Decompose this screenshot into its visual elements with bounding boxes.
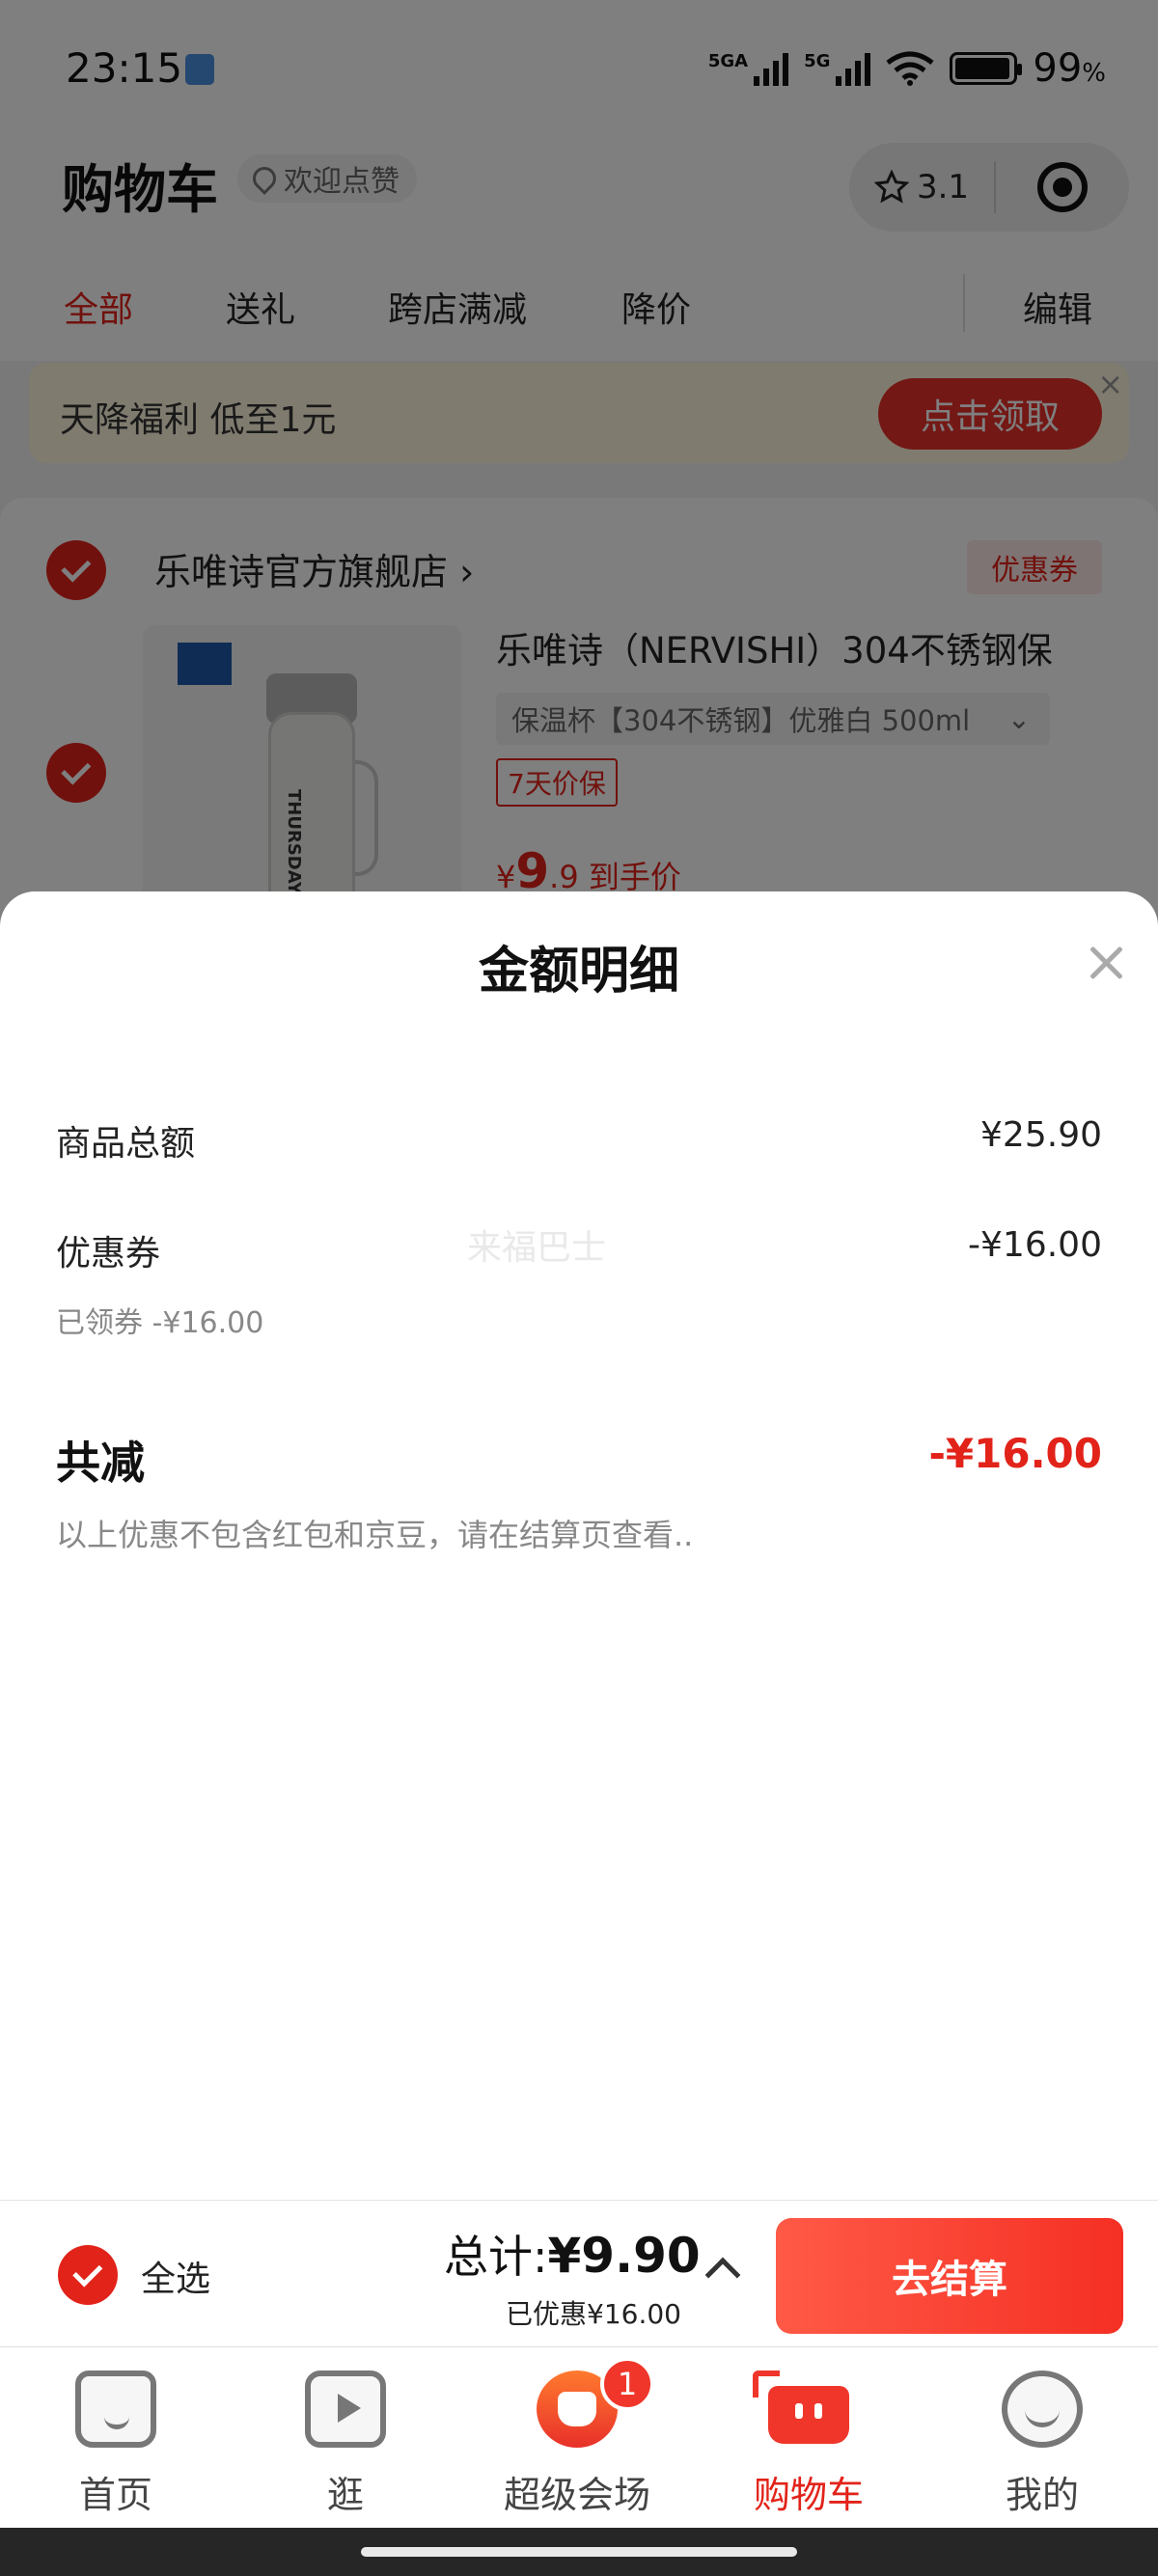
nav-cart-label: 购物车 [753, 2474, 864, 2516]
chevron-up-icon[interactable] [704, 2257, 741, 2293]
play-icon [305, 2370, 386, 2448]
nav-home[interactable]: 首页 [19, 2357, 212, 2521]
coupon-label: 优惠券 [56, 1234, 161, 1274]
coupon-value: -¥16.00 [968, 1225, 1102, 1265]
nav-me-label: 我的 [1005, 2474, 1079, 2516]
nav-browse[interactable]: 逛 [249, 2357, 442, 2521]
amount-detail-sheet: 金额明细 商品总额 ¥25.90 优惠券 -¥16.00 已领券 -¥16.00… [0, 891, 1158, 2200]
sheet-title: 金额明细 [478, 943, 679, 1000]
total-discount-value: -¥16.00 [928, 1430, 1102, 1477]
goods-total-value: ¥25.90 [980, 1115, 1102, 1155]
goods-total-label: 商品总额 [56, 1124, 196, 1164]
gesture-bar [0, 2528, 1158, 2576]
nav-super-venue[interactable]: 1 超级会场 [481, 2357, 674, 2521]
cart-icon [753, 2370, 849, 2444]
nav-me[interactable]: 我的 [946, 2357, 1139, 2521]
nav-super-venue-label: 超级会场 [503, 2474, 650, 2516]
profile-icon [1002, 2370, 1083, 2448]
select-all-check-icon[interactable] [58, 2245, 118, 2305]
close-icon[interactable] [1085, 942, 1129, 986]
home-indicator[interactable] [361, 2547, 797, 2557]
bottom-tab-bar: 首页 逛 1 超级会场 购物车 我的 [0, 2346, 1158, 2528]
checkout-bar: 全选 总计:¥9.90 已优惠¥16.00 去结算 [0, 2200, 1158, 2346]
watermark: 来福巴士 [467, 1228, 607, 1268]
notification-badge: 1 [600, 2357, 654, 2411]
select-all-label[interactable]: 全选 [141, 2251, 210, 2301]
total-discount-label: 共减 [56, 1437, 145, 1489]
saved-amount: 已优惠¥16.00 [506, 2298, 681, 2330]
home-icon [75, 2370, 156, 2448]
nav-browse-label: 逛 [326, 2474, 364, 2516]
checkout-button[interactable]: 去结算 [776, 2218, 1123, 2334]
nav-cart[interactable]: 购物车 [712, 2357, 905, 2521]
order-total: 总计:¥9.90 [444, 2228, 701, 2284]
coupon-claimed: 已领券 -¥16.00 [56, 1306, 264, 1340]
discount-note: 以上优惠不包含红包和京豆，请在结算页查看.. [56, 1517, 694, 1553]
nav-home-label: 首页 [78, 2474, 152, 2516]
